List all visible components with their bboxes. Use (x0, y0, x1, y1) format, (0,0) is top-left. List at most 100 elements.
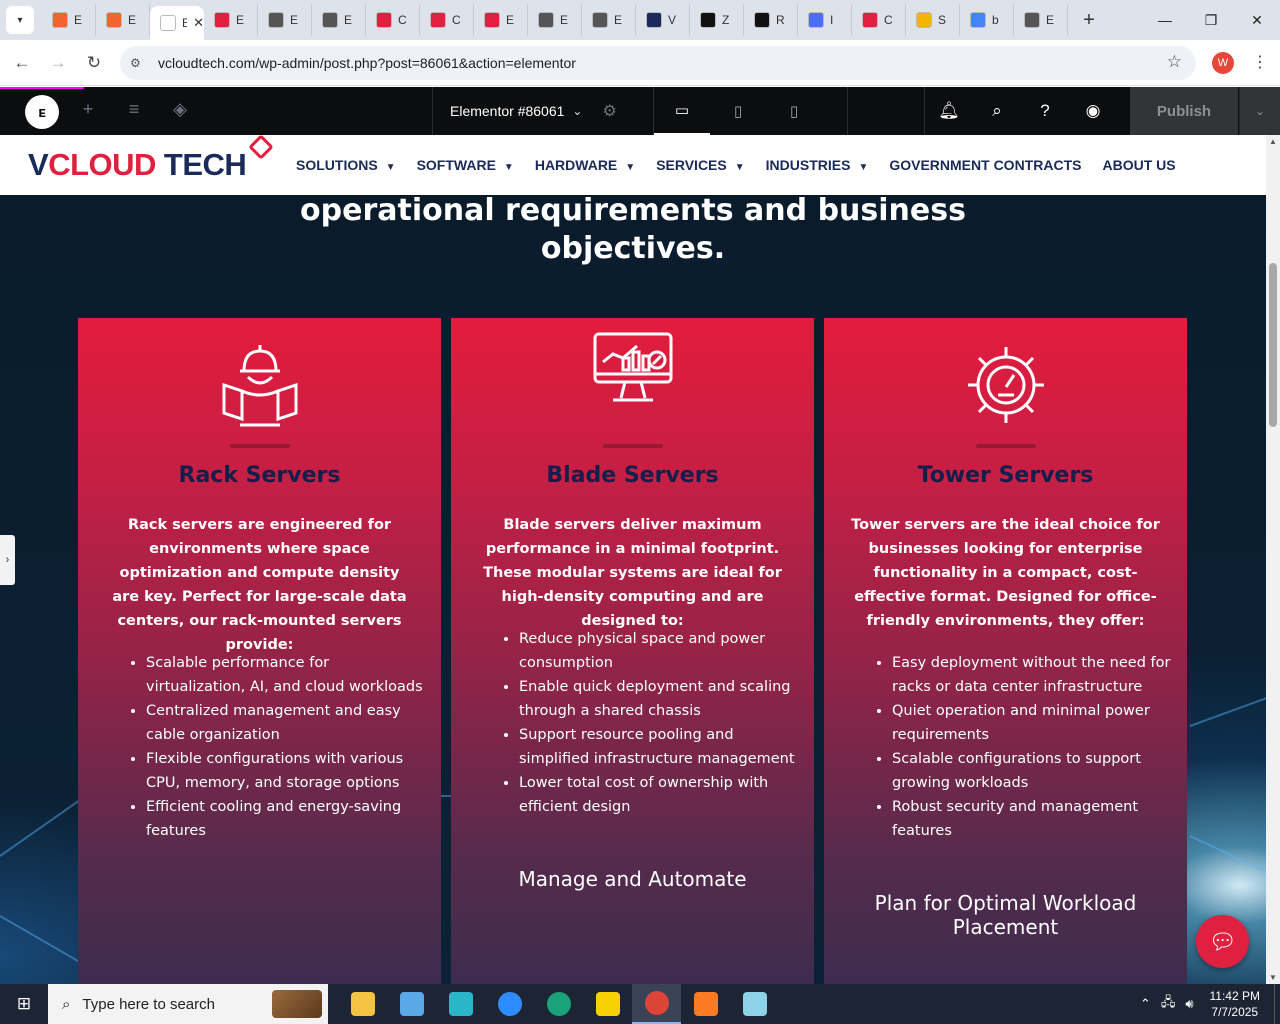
list-item: Support resource pooling and simplified … (519, 723, 799, 771)
page-scrollbar[interactable]: ▲ ▼ (1266, 135, 1280, 984)
browser-tab[interactable]: R (744, 4, 798, 36)
help-icon[interactable]: ? (1021, 101, 1069, 121)
nav-item[interactable]: SERVICES ▼ (656, 157, 744, 173)
browser-tab[interactable]: Z (690, 4, 744, 36)
browser-tab[interactable]: C (420, 4, 474, 36)
tab-label: E (560, 13, 569, 27)
tray-chevron-up-icon[interactable]: ⌃ (1140, 996, 1151, 1012)
browser-tab[interactable]: S (906, 4, 960, 36)
taskbar-search[interactable]: ⌕ Type here to search (48, 984, 328, 1024)
browser-tab[interactable]: E (96, 4, 150, 36)
site-info-icon[interactable]: ⚙ (130, 56, 146, 70)
page-settings-icon[interactable]: ⚙ (602, 101, 616, 121)
publish-button[interactable]: Publish (1130, 87, 1238, 135)
taskbar-app-file-explorer-icon[interactable] (338, 984, 387, 1024)
taskbar-app-zoom-icon[interactable] (485, 984, 534, 1024)
site-settings-icon[interactable]: ≡ (122, 99, 146, 120)
system-clock[interactable]: 11:42 PM 7/7/2025 (1210, 988, 1260, 1020)
add-element-icon[interactable]: + (76, 99, 100, 120)
nav-item[interactable]: GOVERNMENT CONTRACTS (889, 157, 1081, 173)
taskbar-app-xampp-icon[interactable] (681, 984, 730, 1024)
app-glyph (595, 992, 620, 1016)
device-switcher: ▭ ▯ ▯ (654, 87, 848, 135)
close-window-button[interactable]: ✕ (1234, 0, 1280, 40)
tab-label: E (1046, 13, 1055, 27)
browser-tab[interactable]: E (258, 4, 312, 36)
windows-start-icon[interactable]: ⊞ (0, 984, 48, 1024)
nav-item[interactable]: ABOUT US (1102, 157, 1175, 173)
tab-favicon-icon (592, 12, 608, 28)
scroll-down-icon[interactable]: ▼ (1269, 973, 1277, 982)
forward-button[interactable]: → (40, 53, 76, 73)
nav-item[interactable]: SOLUTIONS ▼ (296, 157, 396, 173)
browser-tab[interactable]: V (636, 4, 690, 36)
browser-tab[interactable]: E (204, 4, 258, 36)
structure-layers-icon[interactable]: ◈ (168, 99, 192, 120)
chat-widget-icon[interactable]: 💬︎ (1196, 915, 1249, 968)
browser-tab[interactable]: I (798, 4, 852, 36)
new-tab-button[interactable]: + (1074, 9, 1104, 32)
minimize-button[interactable]: — (1142, 0, 1188, 40)
list-item: Lower total cost of ownership with effic… (519, 771, 799, 819)
site-logo[interactable]: VCLOUD TECH (28, 147, 247, 183)
taskbar-app-app-diamond-icon[interactable] (436, 984, 485, 1024)
nav-item[interactable]: SOFTWARE ▼ (417, 157, 514, 173)
bookmark-star-icon[interactable]: ☆ (1167, 52, 1182, 72)
app-glyph (350, 992, 375, 1016)
toolbar-actions: 🔔︎ ⌕ ? ◉ (924, 87, 1117, 135)
tab-label: E (236, 13, 245, 27)
tablet-view-icon[interactable]: ▯ (710, 87, 766, 135)
back-button[interactable]: ← (4, 53, 40, 73)
preview-eye-icon[interactable]: ◉ (1069, 101, 1117, 121)
browser-tab[interactable]: E (528, 4, 582, 36)
network-icon[interactable]: 🖧︎ (1161, 993, 1176, 1015)
scroll-thumb[interactable] (1269, 263, 1277, 427)
tab-favicon-icon (970, 12, 986, 28)
tab-label: V (668, 13, 677, 27)
scroll-up-icon[interactable]: ▲ (1269, 137, 1277, 146)
document-selector[interactable]: Elementor #86061 ⌄ ⚙ (432, 87, 654, 135)
browser-tab[interactable]: E (582, 4, 636, 36)
browser-tab[interactable]: E (1014, 4, 1068, 36)
publish-options-chevron-icon[interactable]: ⌄ (1239, 87, 1280, 135)
browser-tab[interactable]: E (42, 4, 96, 36)
nav-item[interactable]: HARDWARE ▼ (535, 157, 635, 173)
taskbar-app-chrome-icon[interactable] (632, 984, 681, 1024)
restore-button[interactable]: ❐ (1188, 0, 1234, 40)
browser-tab[interactable]: E (312, 4, 366, 36)
show-desktop-button[interactable] (1274, 984, 1280, 1024)
tab-favicon-icon (916, 12, 932, 28)
logo-tag-icon (248, 135, 274, 160)
browser-tab[interactable]: b (960, 4, 1014, 36)
finder-search-icon[interactable]: ⌕ (973, 101, 1021, 121)
tab-label: R (776, 13, 785, 27)
tab-search-button[interactable]: ▾ (6, 6, 34, 34)
taskbar-app-app-notes-icon[interactable] (730, 984, 779, 1024)
nav-item[interactable]: INDUSTRIES ▼ (766, 157, 869, 173)
browser-tab[interactable]: E (474, 4, 528, 36)
panel-expand-chevron-icon[interactable]: › (0, 535, 15, 585)
search-icon: ⌕ (62, 995, 71, 1013)
omnibox[interactable]: ⚙ vcloudtech.com/wp-admin/post.php?post=… (120, 46, 1196, 80)
browser-tab[interactable]: C (852, 4, 906, 36)
notifications-icon[interactable]: 🔔︎ (925, 101, 973, 121)
browser-tab[interactable]: E ✕ (150, 6, 204, 40)
url-text[interactable]: vcloudtech.com/wp-admin/post.php?post=86… (158, 55, 576, 71)
desktop-view-icon[interactable]: ▭ (654, 87, 710, 135)
browser-tab[interactable]: C (366, 4, 420, 36)
taskbar-app-paint-icon[interactable] (387, 984, 436, 1024)
volume-icon[interactable]: 🔊︎ (1185, 996, 1193, 1012)
mobile-view-icon[interactable]: ▯ (766, 87, 822, 135)
taskbar-search-input[interactable]: Type here to search (82, 996, 215, 1013)
tab-label: E (74, 13, 83, 27)
tab-favicon-icon (1024, 12, 1040, 28)
browser-menu-icon[interactable]: ⋮ (1252, 52, 1268, 72)
elementor-logo-icon[interactable]: ᴇ (25, 95, 59, 129)
taskbar-app-edge-icon[interactable] (534, 984, 583, 1024)
nav-item-label: ABOUT US (1102, 157, 1176, 173)
tab-close-icon[interactable]: ✕ (193, 15, 204, 31)
card-intro: Blade servers deliver maximum performanc… (483, 517, 782, 629)
profile-avatar[interactable]: W (1212, 52, 1234, 74)
taskbar-app-sticky-notes-icon[interactable] (583, 984, 632, 1024)
reload-button[interactable]: ↻ (76, 53, 112, 73)
